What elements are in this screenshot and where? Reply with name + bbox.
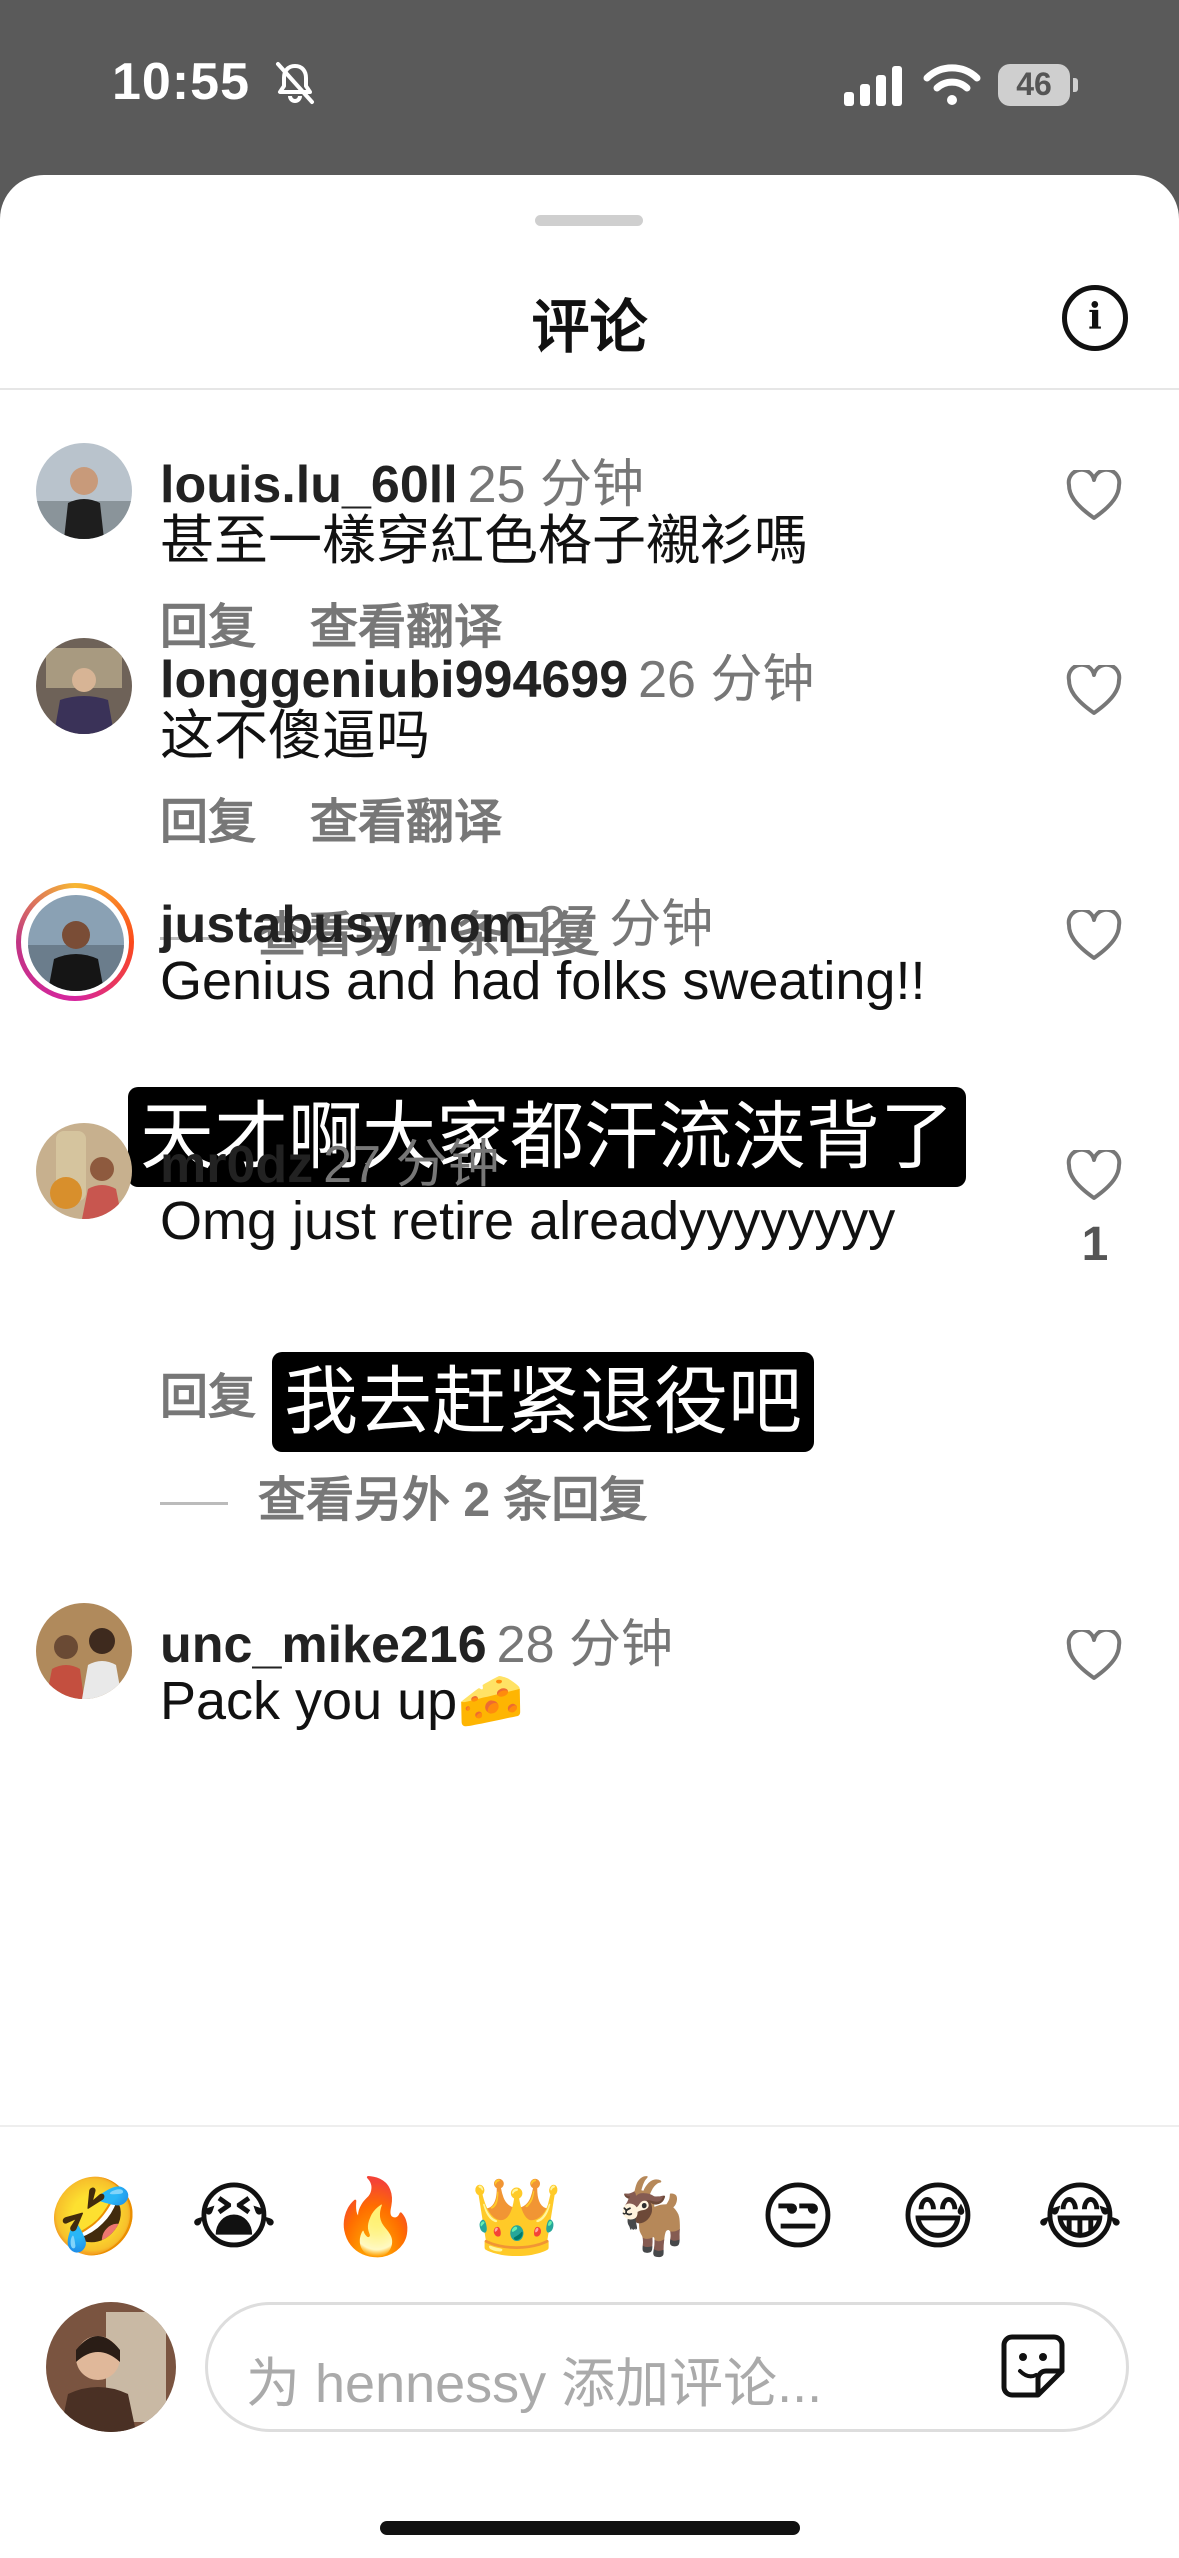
avatar[interactable]	[36, 638, 132, 734]
heart-icon[interactable]	[1066, 665, 1122, 717]
comment-composer-bar: 🤣 😭 🔥 👑 🐐 😒 😅 😂 为 hennessy 添加评论...	[0, 2125, 1179, 2558]
heart-icon[interactable]	[1066, 470, 1122, 522]
see-translation-button[interactable]: 查看翻译	[310, 796, 502, 849]
quick-emoji-row: 🤣 😭 🔥 👑 🐐 😒 😅 😂	[0, 2167, 1179, 2267]
comment-text: Omg just retire alreadyyyyyyyy	[160, 1191, 896, 1251]
emoji-crying-button[interactable]: 😭	[184, 2167, 284, 2267]
view-more-replies[interactable]: 查看另外 2 条回复	[160, 1460, 647, 1530]
story-ring[interactable]	[16, 883, 134, 1001]
emoji-unamused-button[interactable]: 😒	[748, 2167, 848, 2267]
heart-icon[interactable]	[1066, 1630, 1122, 1682]
comment-actions: 回复	[160, 1357, 256, 1427]
emoji-fire-button[interactable]: 🔥	[326, 2167, 426, 2267]
sheet-title: 评论	[531, 295, 648, 360]
status-time: 10:55	[112, 53, 250, 111]
battery-level: 46	[1016, 66, 1052, 102]
avatar[interactable]	[28, 895, 124, 991]
info-icon: i	[1088, 296, 1102, 338]
emoji-goat-button[interactable]: 🐐	[603, 2167, 703, 2267]
replies-line	[160, 1501, 228, 1505]
sticker-icon[interactable]	[998, 2331, 1068, 2401]
comment-actions: 回复 查看翻译	[160, 782, 502, 852]
avatar[interactable]	[36, 1123, 132, 1219]
emoji-rofl-button[interactable]: 🤣	[44, 2167, 144, 2267]
cellular-signal-icon	[844, 66, 902, 106]
comment-text: Genius and had folks sweating!!	[160, 951, 926, 1011]
comment-input[interactable]: 为 hennessy 添加评论...	[205, 2302, 1129, 2432]
emoji-sweat-smile-button[interactable]: 😅	[888, 2167, 988, 2267]
like-count: 1	[1081, 1218, 1109, 1271]
avatar[interactable]	[36, 443, 132, 539]
heart-icon[interactable]	[1066, 910, 1122, 962]
comment-list[interactable]: louis.lu_60ll 25 分钟 甚至一樣穿紅色格子襯衫嗎 回复 查看翻译 l…	[0, 390, 1179, 2125]
comment-input-placeholder: 为 hennessy 添加评论...	[246, 2354, 823, 2414]
subtitle-caption: 我去赶紧退役吧	[272, 1352, 814, 1452]
emoji-joy-button[interactable]: 😂	[1030, 2167, 1130, 2267]
reply-button[interactable]: 回复	[160, 1371, 256, 1424]
view-more-replies-label: 查看另外 2 条回复	[258, 1474, 648, 1527]
battery-icon: 46	[998, 64, 1078, 106]
comment-text: 这不傻逼吗	[160, 706, 430, 766]
heart-icon[interactable]	[1066, 1150, 1122, 1202]
reply-button[interactable]: 回复	[160, 796, 256, 849]
comment-text: Pack you up🧀	[160, 1671, 525, 1731]
info-button[interactable]: i	[1062, 285, 1128, 351]
emoji-crown-button[interactable]: 👑	[467, 2167, 567, 2267]
avatar[interactable]	[36, 1603, 132, 1699]
comment-text: 甚至一樣穿紅色格子襯衫嗎	[160, 511, 808, 571]
sheet-grabber[interactable]	[535, 215, 643, 226]
home-indicator[interactable]	[380, 2521, 800, 2535]
bell-slash-icon	[276, 62, 314, 104]
status-bar: 10:55 46	[0, 0, 1179, 175]
wifi-icon	[923, 64, 981, 105]
current-user-avatar	[46, 2302, 176, 2432]
